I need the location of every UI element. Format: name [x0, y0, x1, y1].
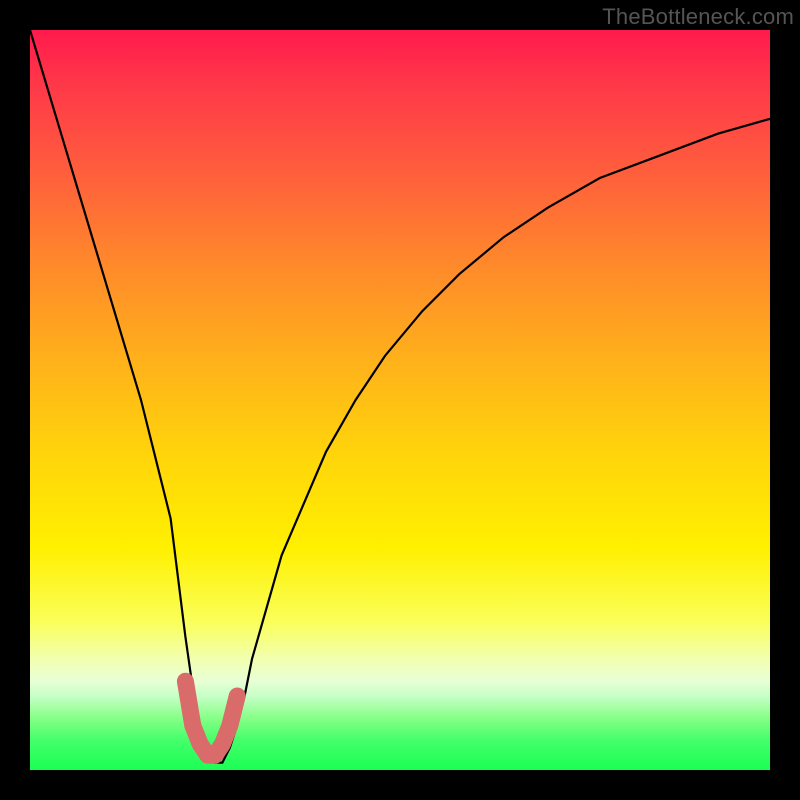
watermark-label: TheBottleneck.com: [602, 4, 794, 30]
bottleneck-curve: [30, 30, 770, 763]
highlighted-minimum-segment: [185, 681, 237, 755]
bottleneck-curve-svg: [30, 30, 770, 770]
plot-area: [30, 30, 770, 770]
chart-frame: TheBottleneck.com: [0, 0, 800, 800]
